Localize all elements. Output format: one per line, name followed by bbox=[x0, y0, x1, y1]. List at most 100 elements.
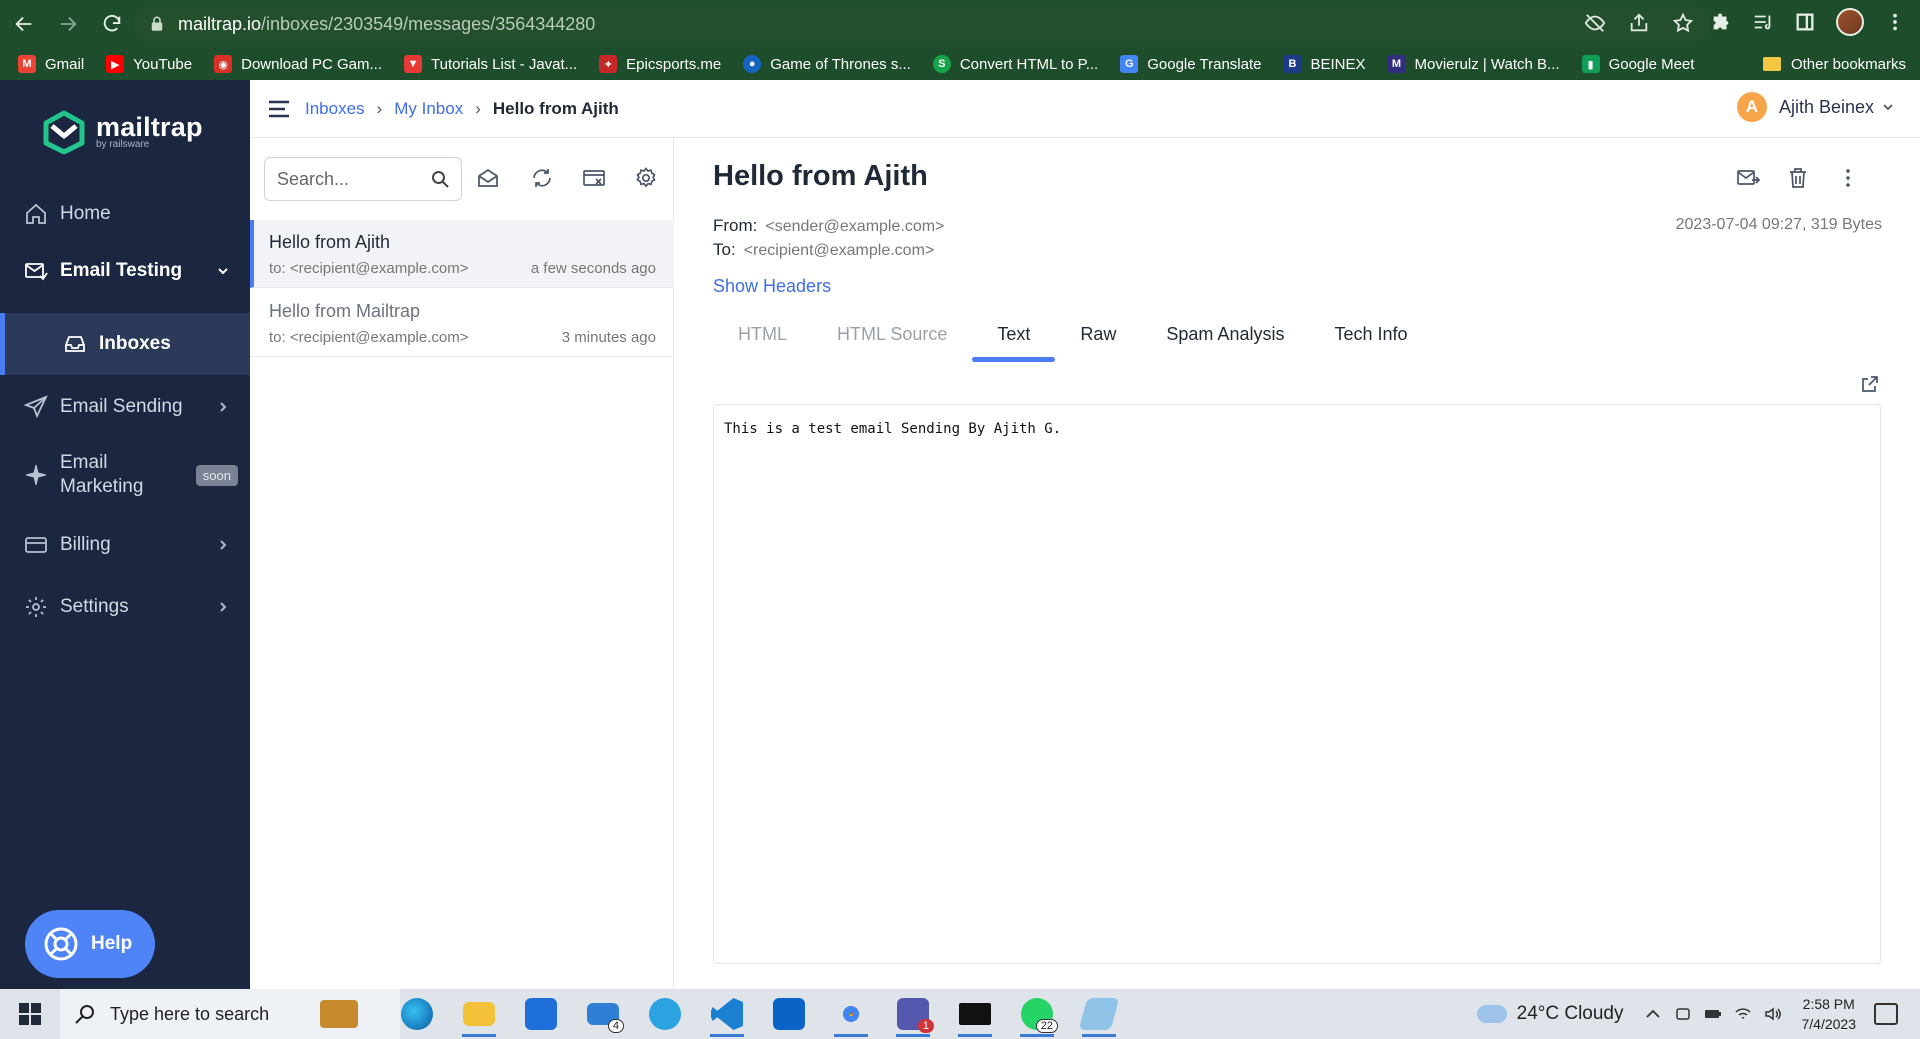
list-item[interactable]: Hello from Mailtrap to: <recipient@examp… bbox=[250, 289, 674, 357]
clear-inbox-icon[interactable] bbox=[582, 166, 606, 190]
outlook-icon[interactable] bbox=[758, 989, 820, 1039]
microsoft-store-icon[interactable] bbox=[510, 989, 572, 1039]
mailtrap-logo[interactable]: mailtrap by railsware bbox=[42, 110, 203, 154]
mail-badge: 4 bbox=[607, 1019, 624, 1033]
volume-icon[interactable] bbox=[1764, 1005, 1782, 1023]
open-external-icon[interactable] bbox=[1860, 374, 1880, 394]
bookmark-label: Convert HTML to P... bbox=[959, 55, 1099, 73]
browser-profile-avatar[interactable] bbox=[1836, 8, 1864, 36]
bookmark-google-meet[interactable]: ▮ Google Meet bbox=[1581, 55, 1694, 73]
sidebar-item-billing[interactable]: Billing bbox=[0, 514, 250, 576]
sidebar-item-inboxes[interactable]: Inboxes bbox=[0, 313, 250, 375]
page-header: Inboxes › My Inbox › Hello from Ajith A … bbox=[250, 80, 1920, 138]
tab-raw[interactable]: Raw bbox=[1055, 308, 1141, 360]
wifi-icon[interactable] bbox=[1734, 1005, 1752, 1023]
system-tray: 24°C Cloudy 2:58 PM 7/4/2023 bbox=[1476, 989, 1920, 1039]
chrome-icon[interactable] bbox=[820, 989, 882, 1039]
sidebar-item-email-marketing[interactable]: Email Marketing soon bbox=[0, 442, 250, 508]
paper-plane-icon bbox=[24, 395, 48, 419]
reload-icon[interactable] bbox=[92, 4, 132, 44]
share-icon[interactable] bbox=[1628, 12, 1650, 34]
bookmark-game-of-thrones[interactable]: ● Game of Thrones s... bbox=[743, 55, 911, 73]
eye-off-icon[interactable] bbox=[1584, 12, 1606, 34]
search-box[interactable] bbox=[264, 157, 462, 201]
bookmark-label: Download PC Gam... bbox=[241, 55, 383, 73]
inbox-settings-gear-icon[interactable] bbox=[634, 166, 658, 190]
bookmark-label: Epicsports.me bbox=[626, 55, 722, 73]
tab-spam-analysis[interactable]: Spam Analysis bbox=[1141, 308, 1309, 360]
whatsapp-icon[interactable]: 22 bbox=[1006, 989, 1068, 1039]
search-input[interactable] bbox=[277, 168, 427, 190]
teams-icon[interactable]: 1 bbox=[882, 989, 944, 1039]
refresh-icon[interactable] bbox=[530, 166, 554, 190]
bookmark-download-pc-games[interactable]: ◉ Download PC Gam... bbox=[214, 55, 382, 73]
whatsapp-badge: 22 bbox=[1035, 1019, 1058, 1033]
bookmark-movierulz[interactable]: M Movierulz | Watch B... bbox=[1387, 55, 1560, 73]
hamburger-menu-icon[interactable] bbox=[268, 98, 290, 120]
user-menu[interactable]: A Ajith Beinex bbox=[1736, 92, 1894, 122]
mail-app-icon[interactable]: 4 bbox=[572, 989, 634, 1039]
forward-email-icon[interactable] bbox=[1736, 166, 1760, 190]
message-view: Hello from Ajith From: <sender@example.co… bbox=[675, 138, 1920, 989]
sidebar-item-email-testing[interactable]: Email Testing bbox=[0, 240, 250, 302]
chevron-up-icon[interactable] bbox=[1644, 1005, 1662, 1023]
breadcrumb: Inboxes › My Inbox › Hello from Ajith bbox=[305, 80, 619, 138]
bookmark-convert-html[interactable]: S Convert HTML to P... bbox=[932, 55, 1099, 73]
telegram-icon[interactable] bbox=[634, 989, 696, 1039]
clock-time: 2:58 PM bbox=[1802, 996, 1855, 1012]
bookmark-label: Tutorials List - Javat... bbox=[431, 55, 578, 73]
breadcrumb-inboxes[interactable]: Inboxes bbox=[305, 99, 365, 119]
tab-text[interactable]: Text bbox=[972, 308, 1056, 362]
notification-center-icon[interactable] bbox=[1874, 1003, 1898, 1025]
browser-menu-dots-icon[interactable] bbox=[1884, 11, 1906, 33]
bookmark-tutorials-list[interactable]: ▼ Tutorials List - Javat... bbox=[404, 55, 577, 73]
bookmark-youtube[interactable]: ▶ YouTube bbox=[106, 55, 192, 73]
url-host: mailtrap.io bbox=[178, 13, 262, 34]
back-arrow-icon[interactable] bbox=[4, 4, 44, 44]
notepad-icon[interactable] bbox=[1068, 989, 1130, 1039]
bookmark-gmail[interactable]: M Gmail bbox=[18, 55, 84, 73]
search-icon[interactable] bbox=[431, 170, 449, 188]
windows-start-icon[interactable] bbox=[0, 989, 60, 1039]
sidebar-item-home[interactable]: Home bbox=[0, 192, 250, 236]
file-explorer-icon[interactable] bbox=[448, 989, 510, 1039]
tab-html[interactable]: HTML bbox=[713, 308, 812, 360]
battery-icon[interactable] bbox=[1704, 1005, 1722, 1023]
more-options-icon[interactable] bbox=[1836, 166, 1860, 190]
reading-list-icon[interactable] bbox=[1752, 11, 1774, 33]
show-headers-link[interactable]: Show Headers bbox=[713, 276, 831, 297]
weather-widget[interactable]: 24°C Cloudy bbox=[1476, 1003, 1624, 1025]
avatar: A bbox=[1736, 92, 1767, 122]
star-icon[interactable] bbox=[1672, 12, 1694, 34]
meet-now-icon[interactable] bbox=[1674, 1005, 1692, 1023]
message-subject: Hello from Mailtrap bbox=[269, 301, 421, 321]
vscode-icon[interactable] bbox=[696, 989, 758, 1039]
bookmarks-bar: M Gmail ▶ YouTube ◉ Download PC Gam... ▼ Tut… bbox=[0, 48, 1920, 80]
download-pc-games-icon: ◉ bbox=[214, 55, 233, 73]
sidebar-item-email-sending[interactable]: Email Sending bbox=[0, 376, 250, 438]
mark-read-envelope-icon[interactable] bbox=[476, 166, 500, 190]
sidebar-item-settings[interactable]: Settings bbox=[0, 576, 250, 638]
edge-icon[interactable] bbox=[386, 989, 448, 1039]
terminal-icon[interactable] bbox=[944, 989, 1006, 1039]
briefcase-icon[interactable] bbox=[320, 1000, 358, 1028]
side-panel-icon[interactable] bbox=[1794, 11, 1816, 33]
list-item[interactable]: Hello from Ajith to: <recipient@example.… bbox=[250, 220, 674, 288]
message-time: 3 minutes ago bbox=[561, 329, 656, 346]
sidebar-item-label: Email Testing bbox=[60, 260, 183, 281]
taskbar-clock[interactable]: 2:58 PM 7/4/2023 bbox=[1802, 994, 1857, 1034]
tab-html-source[interactable]: HTML Source bbox=[812, 308, 972, 360]
bookmark-beinex[interactable]: B BEINEX bbox=[1283, 55, 1366, 73]
breadcrumb-my-inbox[interactable]: My Inbox bbox=[394, 99, 463, 119]
bookmark-epicsports[interactable]: ✦ Epicsports.me bbox=[599, 55, 721, 73]
other-bookmarks[interactable]: Other bookmarks bbox=[1762, 48, 1906, 80]
help-button[interactable]: Help bbox=[25, 910, 155, 978]
forward-arrow-icon[interactable] bbox=[48, 4, 88, 44]
bookmark-label: Gmail bbox=[45, 55, 85, 73]
address-bar[interactable]: mailtrap.io/inboxes/2303549/messages/356… bbox=[134, 6, 1710, 42]
extensions-puzzle-icon[interactable] bbox=[1710, 11, 1732, 33]
tab-tech-info[interactable]: Tech Info bbox=[1309, 308, 1432, 360]
trash-icon[interactable] bbox=[1786, 166, 1810, 190]
bookmark-google-translate[interactable]: G Google Translate bbox=[1120, 55, 1261, 73]
bookmark-label: Game of Thrones s... bbox=[770, 55, 911, 73]
